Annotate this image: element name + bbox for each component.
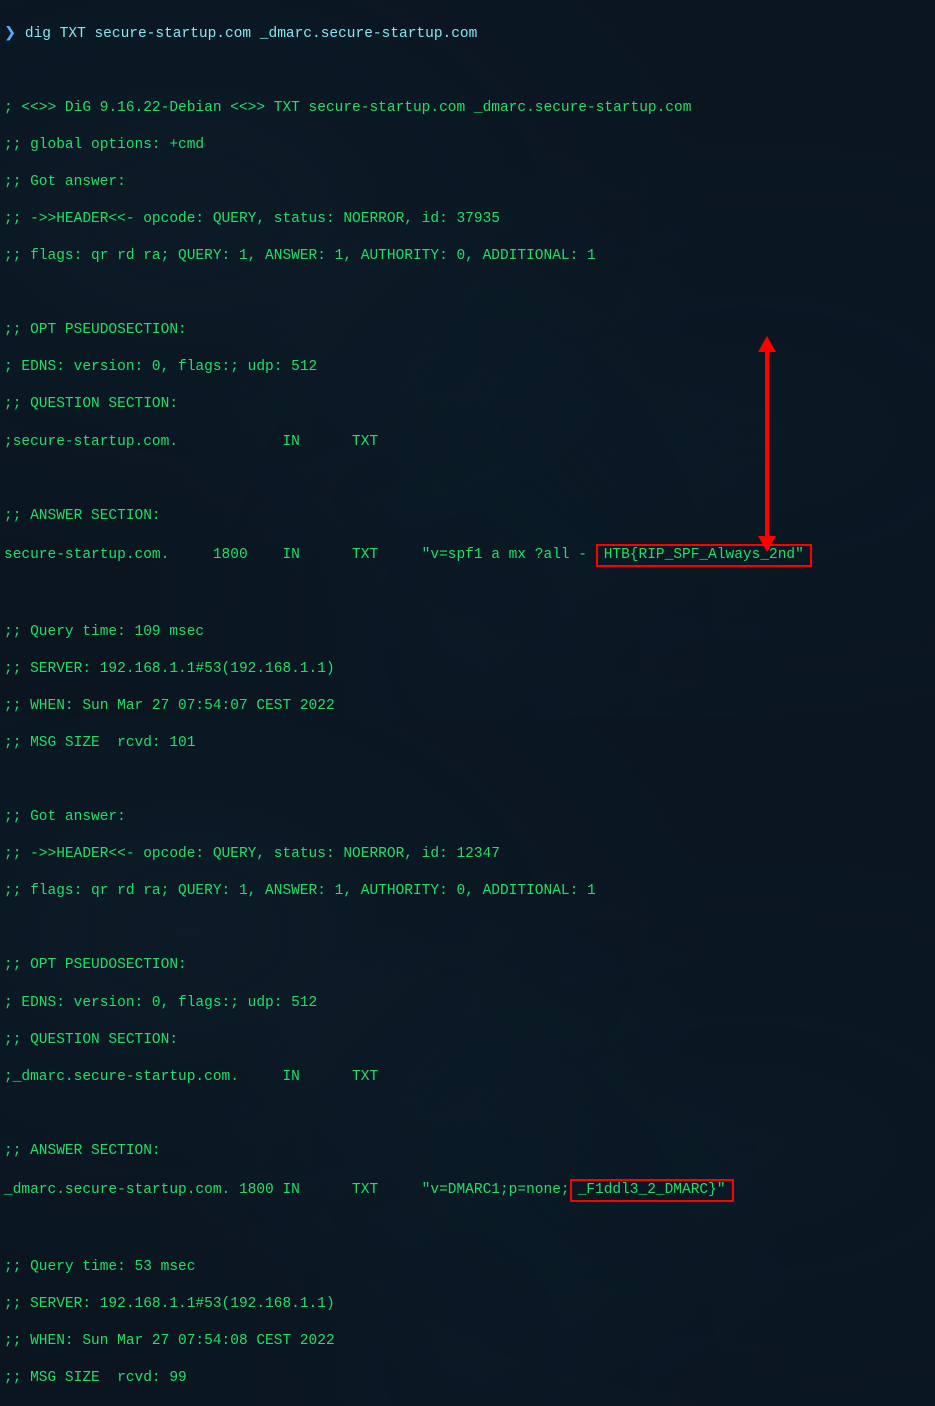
answer-pre-1: secure-startup.com. 1800 IN TXT "v=spf1 … <box>4 547 596 563</box>
edns-line-1: ; EDNS: version: 0, flags:; udp: 512 <box>4 358 931 377</box>
edns-line-2: ; EDNS: version: 0, flags:; udp: 512 <box>4 994 931 1013</box>
opt-title-1: ;; OPT PSEUDOSECTION: <box>4 321 931 340</box>
got-answer-2: ;; Got answer: <box>4 808 931 827</box>
flags-line-2: ;; flags: qr rd ra; QUERY: 1, ANSWER: 1,… <box>4 882 931 901</box>
answer-title-1: ;; ANSWER SECTION: <box>4 507 931 526</box>
header-line-2: ;; ->>HEADER<<- opcode: QUERY, status: N… <box>4 845 931 864</box>
msg-size-2: ;; MSG SIZE rcvd: 99 <box>4 1369 931 1388</box>
header-line-1: ;; ->>HEADER<<- opcode: QUERY, status: N… <box>4 210 931 229</box>
opt-title-2: ;; OPT PSEUDOSECTION: <box>4 956 931 975</box>
prompt-line[interactable]: ❯ dig TXT secure-startup.com _dmarc.secu… <box>4 25 931 44</box>
when-2: ;; WHEN: Sun Mar 27 07:54:08 CEST 2022 <box>4 1332 931 1351</box>
terminal-output: ❯ dig TXT secure-startup.com _dmarc.secu… <box>4 6 931 1406</box>
answer-title-2: ;; ANSWER SECTION: <box>4 1142 931 1161</box>
question-row-2: ;_dmarc.secure-startup.com. IN TXT <box>4 1068 931 1087</box>
server-2: ;; SERVER: 192.168.1.1#53(192.168.1.1) <box>4 1295 931 1314</box>
query-time-2: ;; Query time: 53 msec <box>4 1258 931 1277</box>
global-options: ;; global options: +cmd <box>4 136 931 155</box>
msg-size-1: ;; MSG SIZE rcvd: 101 <box>4 734 931 753</box>
flags-line-1: ;; flags: qr rd ra; QUERY: 1, ANSWER: 1,… <box>4 247 931 266</box>
flag-highlight-2: _F1ddl3_2_DMARC}" <box>570 1179 734 1202</box>
question-title-1: ;; QUESTION SECTION: <box>4 395 931 414</box>
flag-highlight-1: HTB{RIP_SPF_Always_2nd" <box>596 544 812 567</box>
command-text: dig TXT secure-startup.com _dmarc.secure… <box>25 26 477 42</box>
prompt-symbol: ❯ <box>4 26 16 42</box>
query-time-1: ;; Query time: 109 msec <box>4 623 931 642</box>
question-row-1: ;secure-startup.com. IN TXT <box>4 433 931 452</box>
answer-row-1: secure-startup.com. 1800 IN TXT "v=spf1 … <box>4 544 931 567</box>
answer-pre-2: _dmarc.secure-startup.com. 1800 IN TXT "… <box>4 1182 570 1198</box>
got-answer-1: ;; Got answer: <box>4 173 931 192</box>
dig-banner: ; <<>> DiG 9.16.22-Debian <<>> TXT secur… <box>4 99 931 118</box>
server-1: ;; SERVER: 192.168.1.1#53(192.168.1.1) <box>4 660 931 679</box>
answer-row-2: _dmarc.secure-startup.com. 1800 IN TXT "… <box>4 1179 931 1202</box>
when-1: ;; WHEN: Sun Mar 27 07:54:07 CEST 2022 <box>4 697 931 716</box>
question-title-2: ;; QUESTION SECTION: <box>4 1031 931 1050</box>
